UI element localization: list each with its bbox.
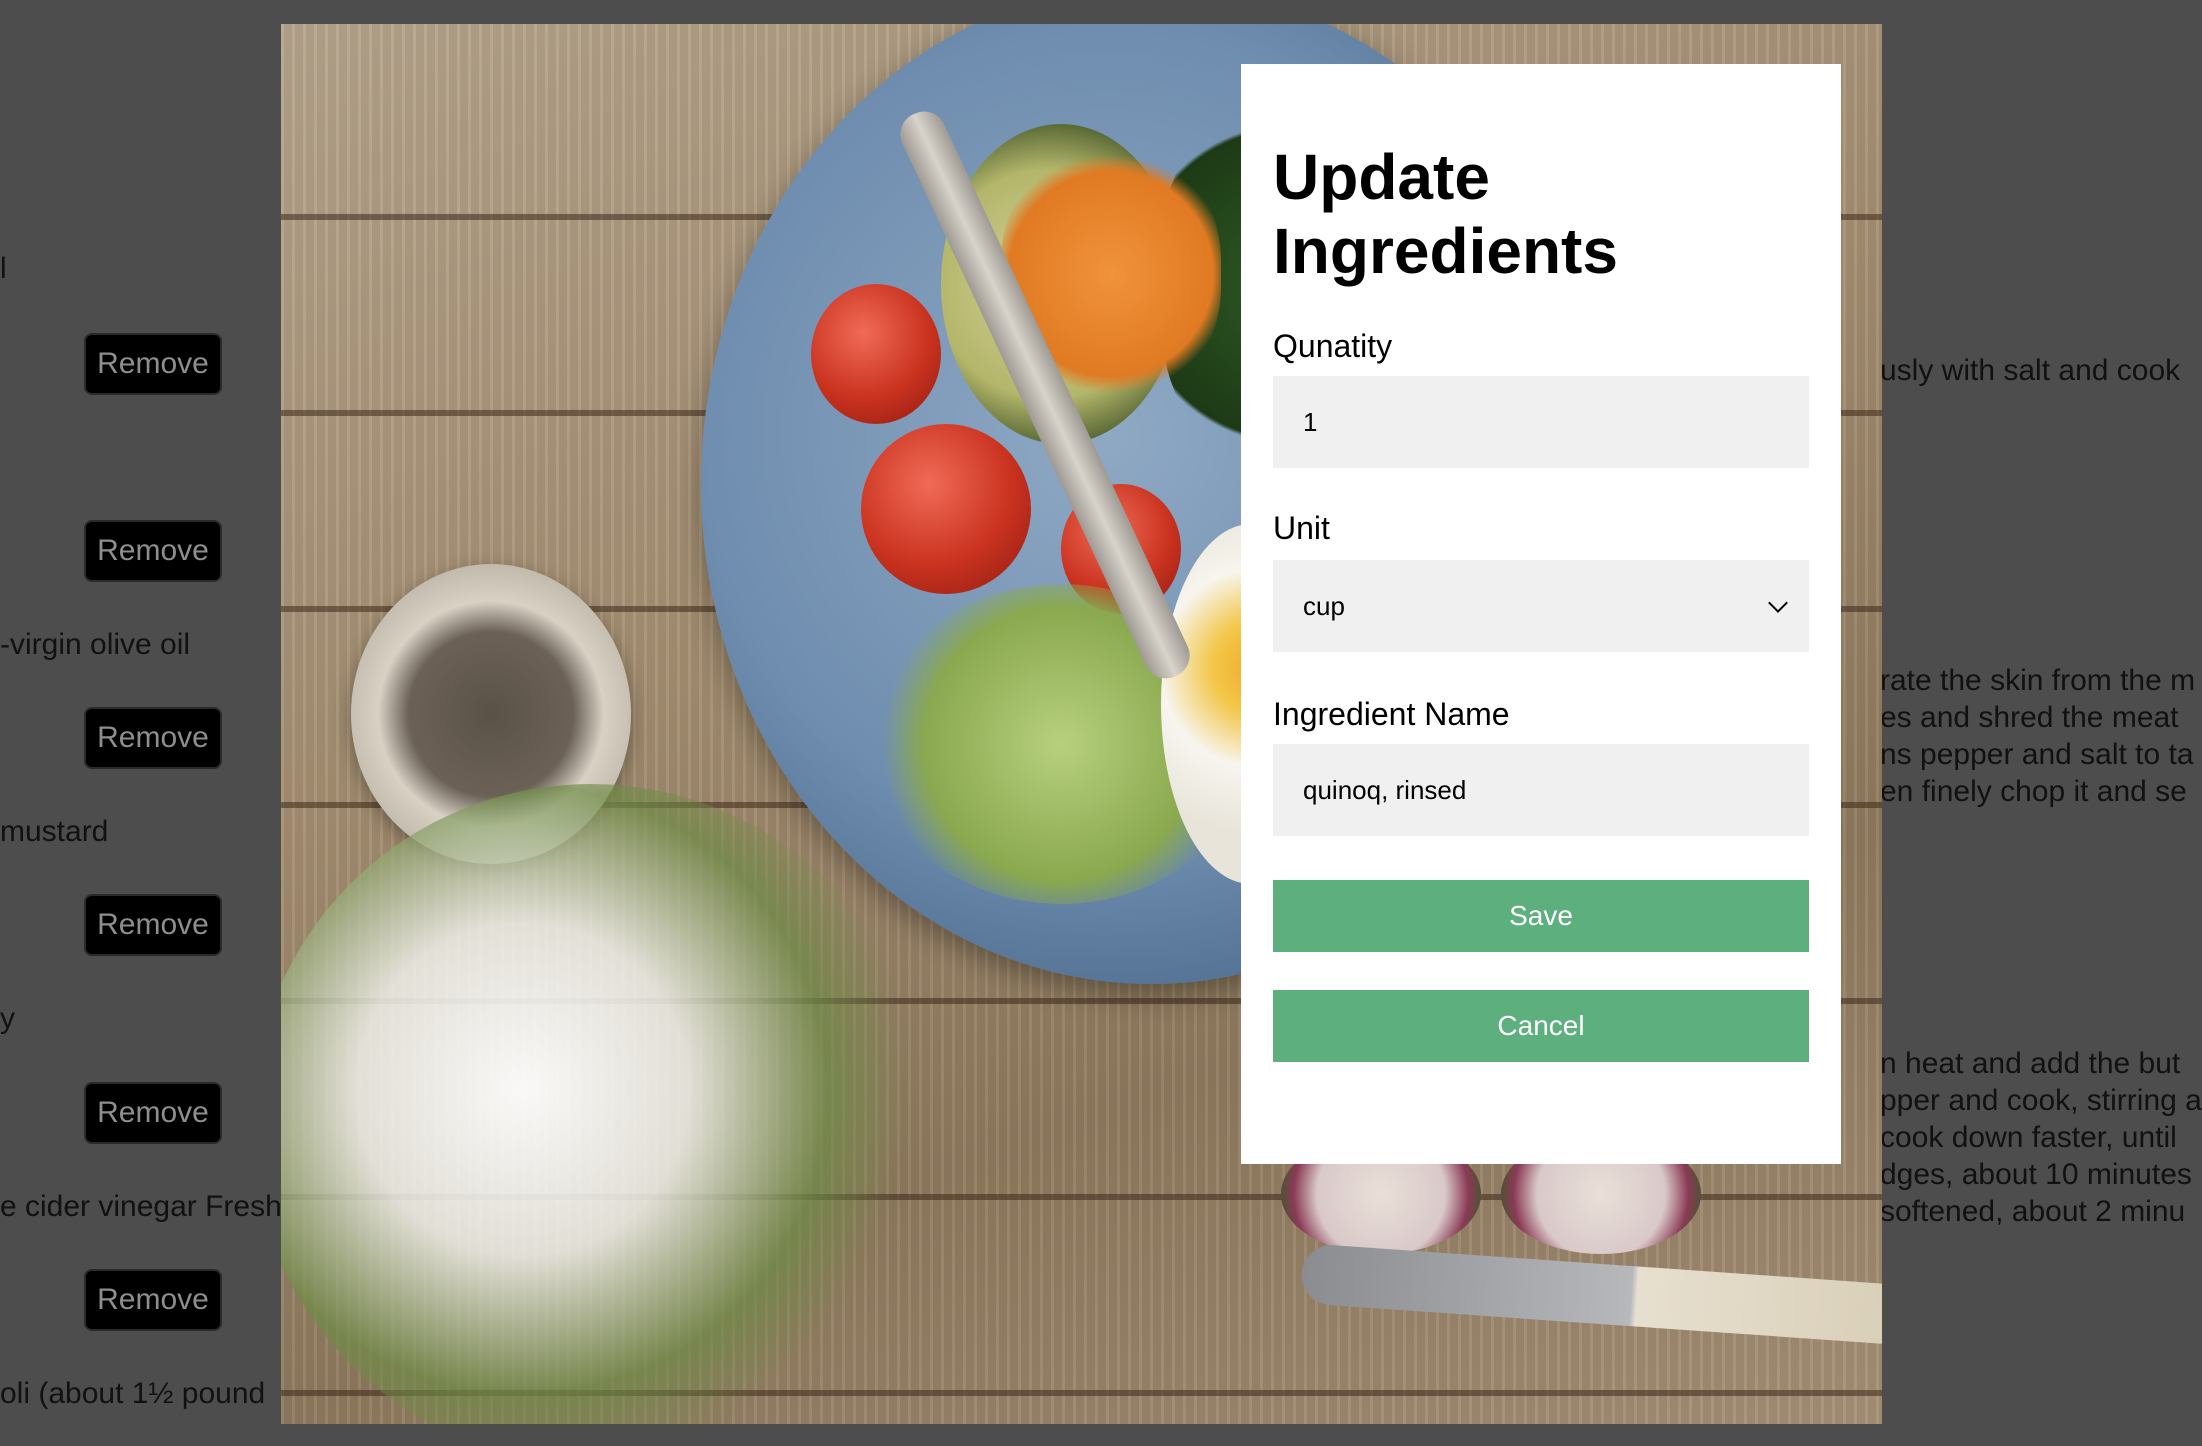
remove-button[interactable]: Remove: [84, 707, 222, 769]
knife: [1299, 1243, 1882, 1345]
quantity-input[interactable]: 1: [1273, 376, 1809, 468]
ingredient-name-value: quinoq, rinsed: [1303, 774, 1467, 805]
remove-button[interactable]: Remove: [84, 1269, 222, 1331]
direction-line: softened, about 2 minu: [1880, 1195, 2186, 1228]
quantity-label: Qunatity: [1273, 328, 1393, 364]
ingredient-line: l: [0, 252, 7, 285]
direction-line: ns pepper and salt to ta: [1880, 738, 2194, 771]
remove-button[interactable]: Remove: [84, 520, 222, 582]
ingredient-line: -virgin olive oil: [0, 628, 191, 661]
ingredient-line: oli (about 1½ pound: [0, 1377, 266, 1410]
ingredient-line: mustard: [0, 815, 109, 848]
ingredient-line: e cider vinegar Fresh: [0, 1190, 282, 1223]
unit-value: cup: [1303, 590, 1345, 621]
quantity-value: 1: [1303, 406, 1318, 437]
modal-title: Update Ingredients: [1273, 141, 1618, 287]
direction-line: dges, about 10 minutes: [1880, 1158, 2192, 1191]
tomato: [811, 284, 941, 424]
ingredient-line: y: [0, 1002, 15, 1035]
direction-line: en finely chop it and se: [1880, 775, 2187, 808]
blossom-branch: [281, 784, 931, 1424]
direction-line: n heat and add the but: [1880, 1047, 2181, 1080]
chevron-down-icon: [1768, 593, 1788, 613]
tomato: [861, 424, 1031, 594]
direction-line: es and shred the meat: [1880, 701, 2179, 734]
update-ingredients-modal: Update Ingredients Qunatity 1 Unit cup I…: [1241, 64, 1841, 1164]
direction-line: rate the skin from the m: [1880, 664, 2196, 697]
ingredient-name-label: Ingredient Name: [1273, 696, 1510, 732]
background-directions: usly with salt and cook rate the skin fr…: [1880, 0, 2202, 1446]
remove-button[interactable]: Remove: [84, 1082, 222, 1144]
unit-label: Unit: [1273, 510, 1330, 546]
unit-select[interactable]: cup: [1273, 560, 1809, 652]
cancel-button[interactable]: Cancel: [1273, 990, 1809, 1062]
save-button[interactable]: Save: [1273, 880, 1809, 952]
direction-line: usly with salt and cook: [1880, 354, 2181, 387]
ingredient-name-input[interactable]: quinoq, rinsed: [1273, 744, 1809, 836]
background-ingredient-list: l Remove Remove -virgin olive oil Remove…: [0, 0, 282, 1446]
direction-line: pper and cook, stirring a: [1880, 1084, 2202, 1117]
remove-button[interactable]: Remove: [84, 894, 222, 956]
remove-button[interactable]: Remove: [84, 333, 222, 395]
direction-line: cook down faster, until: [1880, 1121, 2177, 1154]
